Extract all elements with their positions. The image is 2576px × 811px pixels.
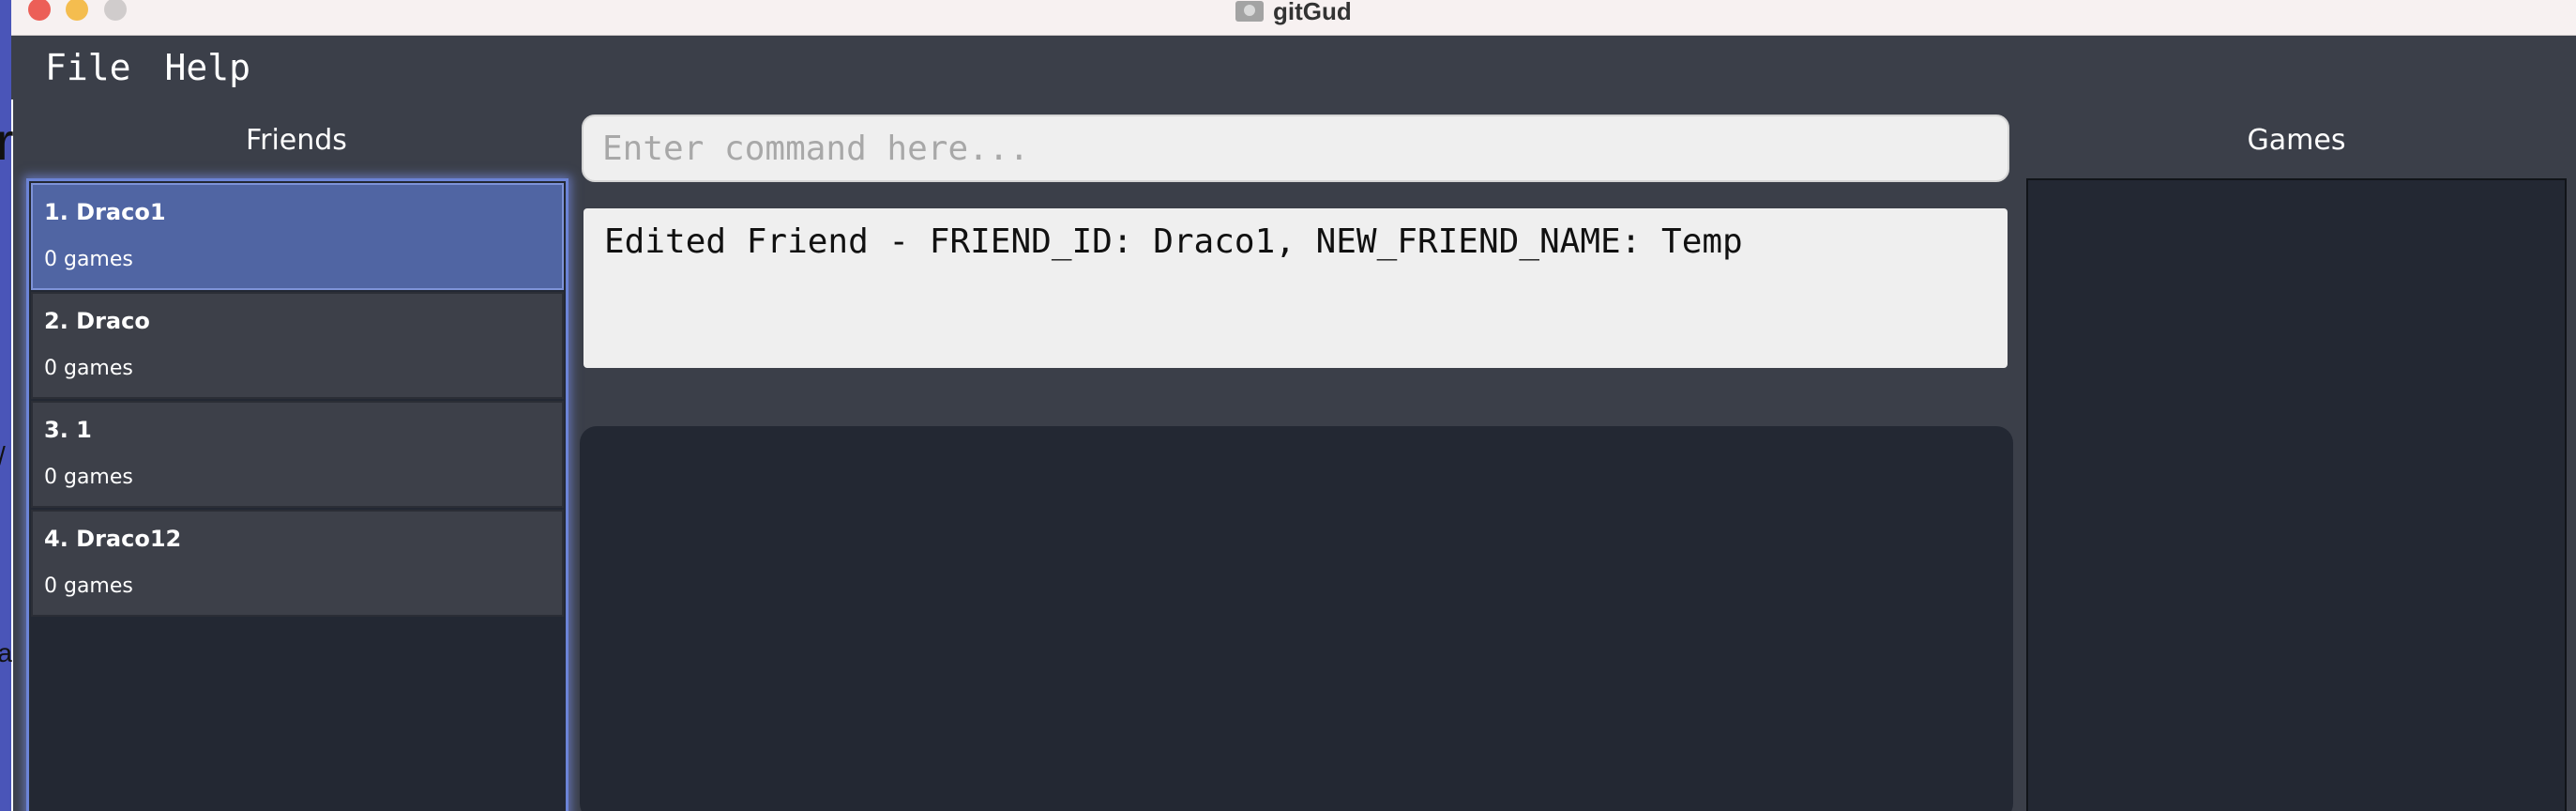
result-display: Edited Friend - FRIEND_ID: Draco1, NEW_F… — [583, 208, 2008, 368]
window-title: gitGud — [1273, 0, 1352, 25]
friend-card[interactable]: 2. Draco 0 games — [31, 292, 564, 399]
friend-game-count: 0 games — [44, 248, 133, 271]
friend-name: 4. Draco12 — [44, 526, 182, 552]
background-text-fragment: r — [0, 112, 14, 171]
command-input[interactable] — [582, 115, 2009, 182]
background-text-fragment: / — [0, 441, 6, 471]
menu-help[interactable]: Help — [165, 47, 251, 88]
friends-panel-title: Friends — [246, 124, 347, 157]
friend-card[interactable]: 1. Draco1 0 games — [31, 183, 564, 290]
friend-game-count: 0 games — [44, 574, 133, 598]
menu-bar: File Help — [11, 36, 2576, 99]
window-title-group: gitGud — [1235, 0, 1352, 23]
friend-name: 1. Draco1 — [44, 199, 166, 225]
menu-file[interactable]: File — [45, 47, 131, 88]
friend-game-count: 0 games — [44, 466, 133, 489]
friend-name: 3. 1 — [44, 417, 92, 443]
friends-list[interactable]: 1. Draco1 0 games 2. Draco 0 games 3. 1 … — [26, 178, 568, 811]
background-window: r / ra — [0, 0, 14, 811]
main-display-panel — [580, 426, 2013, 811]
close-window-button[interactable] — [28, 0, 51, 21]
background-text-fragment: ra — [0, 638, 12, 667]
friend-card[interactable]: 3. 1 0 games — [31, 401, 564, 508]
app-screen: r / ra gitGud File Help Friends 1. Draco… — [0, 0, 2576, 811]
app-icon — [1235, 1, 1264, 22]
friend-name: 2. Draco — [44, 308, 150, 334]
friend-game-count: 0 games — [44, 357, 133, 380]
minimize-window-button[interactable] — [66, 0, 88, 21]
friend-card[interactable]: 4. Draco12 0 games — [31, 510, 564, 617]
games-panel-title: Games — [2247, 124, 2346, 157]
games-list[interactable] — [2026, 178, 2567, 811]
maximize-window-button[interactable] — [104, 0, 127, 21]
title-bar: gitGud — [11, 0, 2576, 36]
